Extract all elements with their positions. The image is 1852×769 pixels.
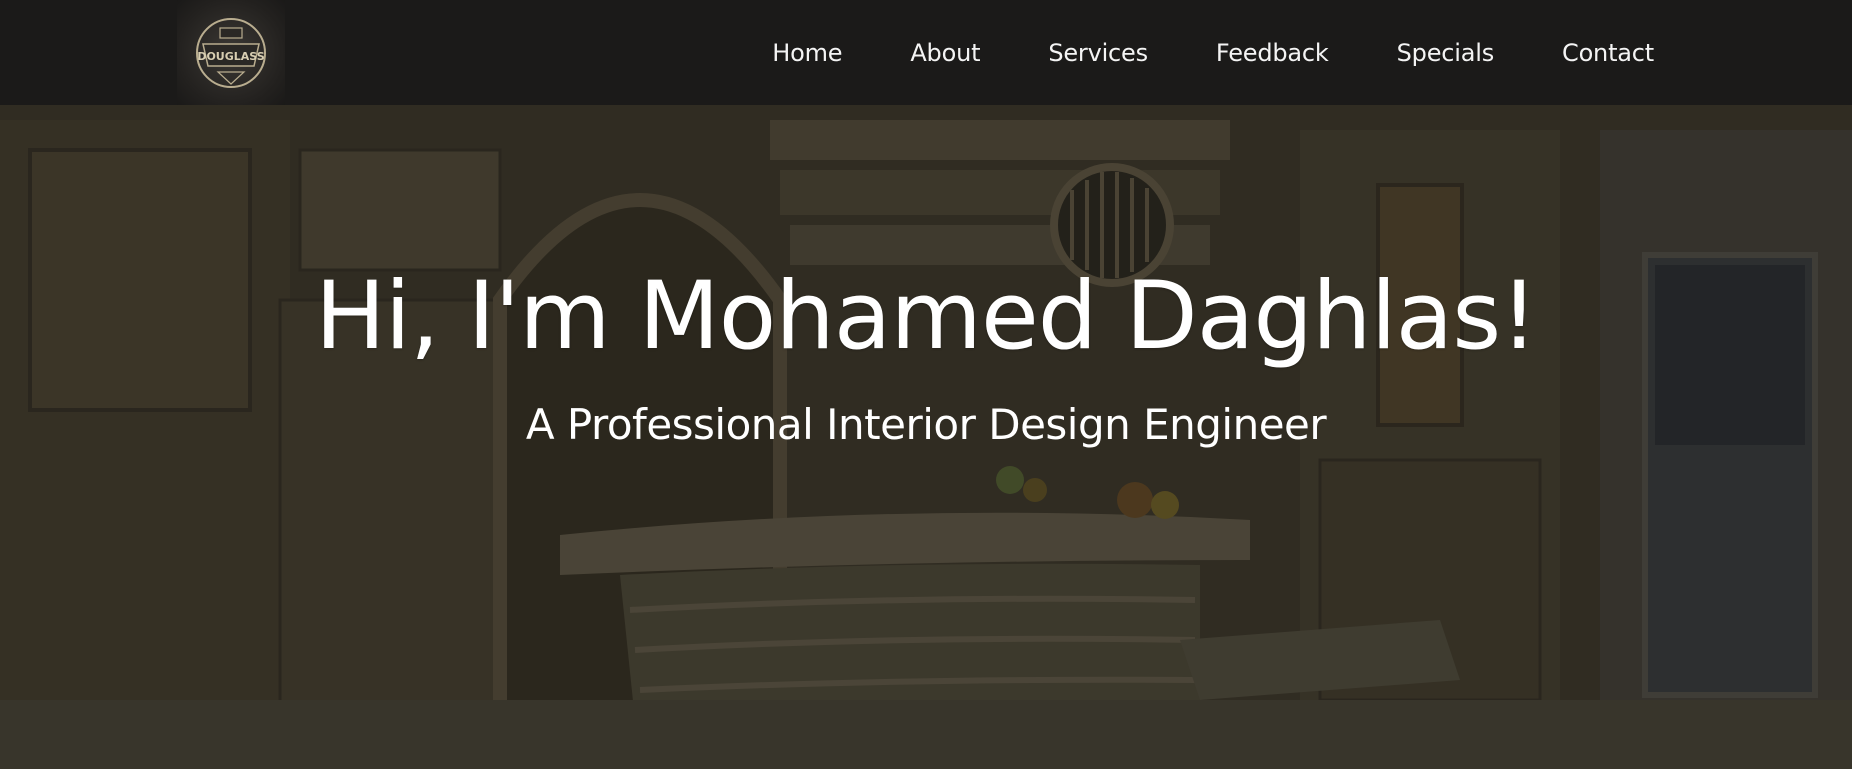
nav-menu: Home About Services Feedback Specials Co… bbox=[704, 0, 1654, 105]
top-navbar: DOUGLASS Home About Services Feedback Sp… bbox=[0, 0, 1852, 105]
nav-feedback-link[interactable]: Feedback bbox=[1216, 39, 1329, 67]
hero-subtitle: A Professional Interior Design Engineer bbox=[525, 400, 1327, 449]
hero-dark-overlay bbox=[0, 0, 1852, 769]
nav-contact-link[interactable]: Contact bbox=[1562, 39, 1654, 67]
hero-section: Hi, I'm Mohamed Daghlas! A Professional … bbox=[0, 0, 1852, 769]
nav-services-link[interactable]: Services bbox=[1048, 39, 1148, 67]
nav-home-link[interactable]: Home bbox=[772, 39, 842, 67]
badge-logo-icon: DOUGLASS bbox=[196, 17, 266, 88]
logo-text: DOUGLASS bbox=[197, 50, 264, 63]
nav-specials-link[interactable]: Specials bbox=[1397, 39, 1495, 67]
brand-logo[interactable]: DOUGLASS bbox=[177, 0, 285, 105]
hero-title: Hi, I'm Mohamed Daghlas! bbox=[315, 262, 1538, 371]
nav-about-link[interactable]: About bbox=[910, 39, 980, 67]
